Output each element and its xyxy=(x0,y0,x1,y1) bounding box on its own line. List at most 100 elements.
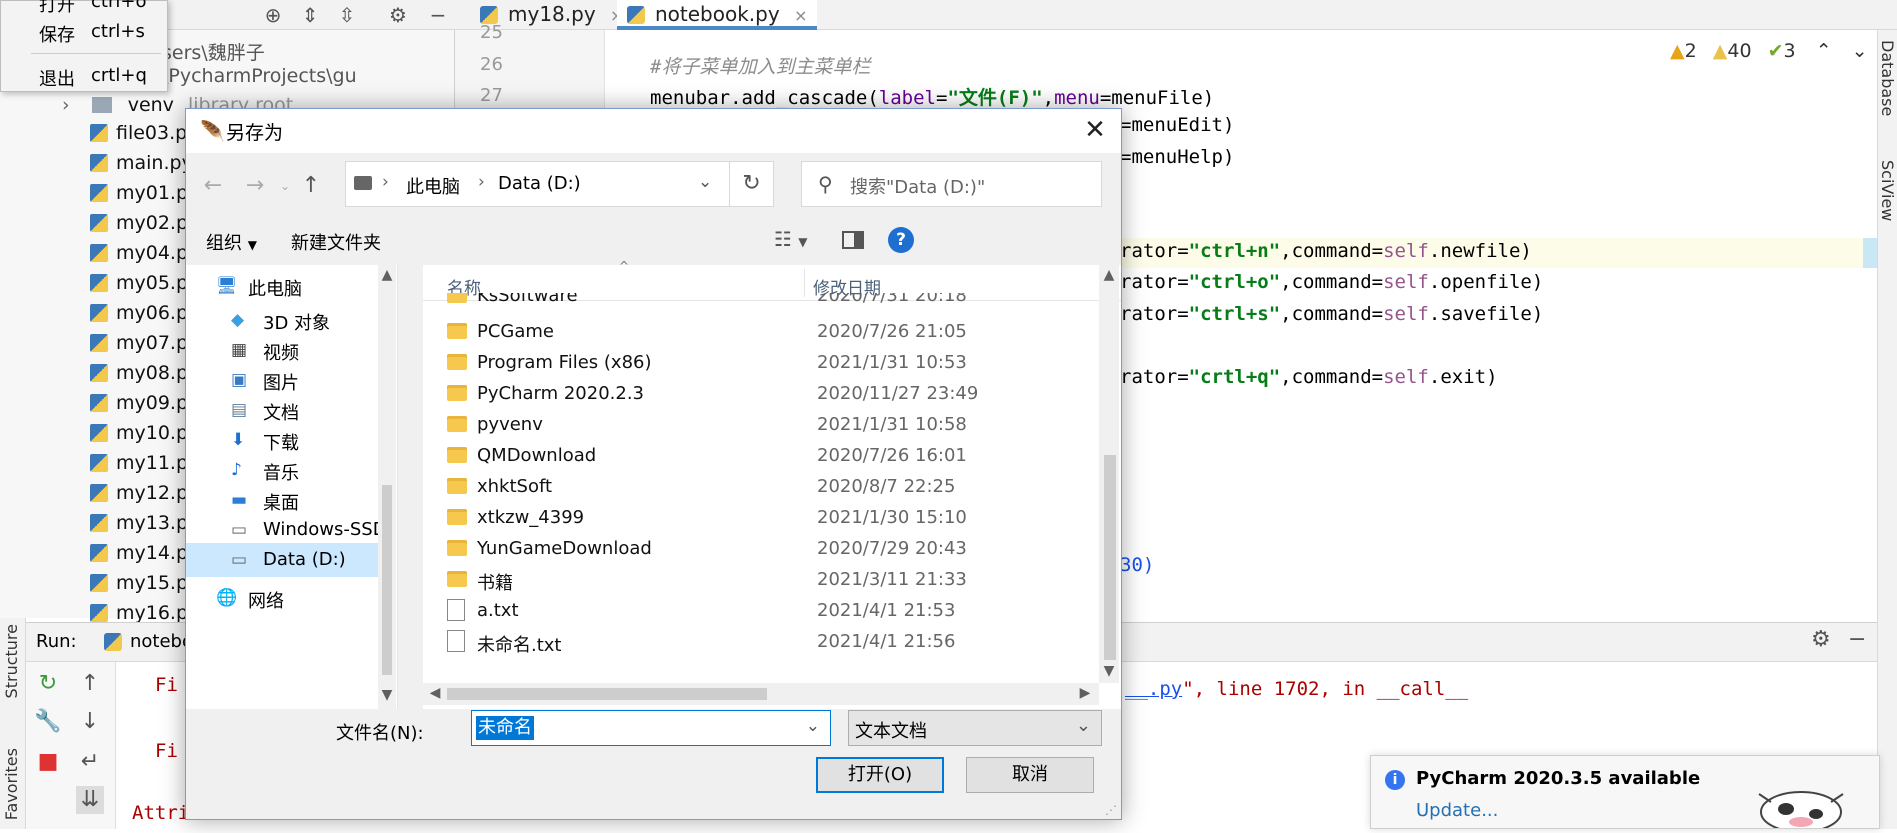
project-file-row[interactable]: my06.p xyxy=(90,302,188,330)
up-icon[interactable]: ↑ xyxy=(298,173,324,199)
file-row[interactable]: xtkzw_4399 2021/1/30 15:10 xyxy=(423,503,1093,534)
scroll-thumb[interactable] xyxy=(1104,455,1116,660)
favorites-tab[interactable]: Favorites xyxy=(2,748,21,820)
file-scrollbar-v[interactable]: ▲ ▼ xyxy=(1099,265,1119,683)
project-file-row[interactable]: my01.p xyxy=(90,182,188,210)
filename-input[interactable]: 未命名 ⌄ xyxy=(471,710,831,746)
scroll-left-icon[interactable]: ◀ xyxy=(425,685,445,701)
nav-item[interactable]: ◆ 3D 对象 xyxy=(186,303,396,337)
file-row[interactable]: PyCharm 2020.2.3 2020/11/27 23:49 xyxy=(423,379,1093,410)
close-icon[interactable]: ✕ xyxy=(1077,113,1113,149)
resize-grip-icon[interactable]: ⋰ xyxy=(1105,803,1117,817)
inspection-widget[interactable]: ▲2 ▲40 ✔3 ⌃ ⌄ xyxy=(1670,40,1868,62)
file-row[interactable]: xhktSoft 2020/8/7 22:25 xyxy=(423,472,1093,503)
nav-scrollbar[interactable]: ▲ ▼ xyxy=(378,265,396,709)
scroll-to-end-icon[interactable]: ⇊ xyxy=(76,786,104,814)
chevron-up-icon[interactable]: ⌃ xyxy=(1816,40,1832,62)
scroll-down-icon[interactable]: ▼ xyxy=(1099,663,1119,679)
nav-item[interactable]: ▭ Data (D:) xyxy=(186,543,396,577)
nav-item[interactable]: ♪ 音乐 xyxy=(186,453,396,487)
arrow-up-icon[interactable]: ↑ xyxy=(76,670,104,698)
cancel-button[interactable]: 取消 xyxy=(966,757,1094,793)
structure-tab[interactable]: Structure xyxy=(2,624,21,698)
nav-item[interactable]: ▬ 桌面 xyxy=(186,483,396,517)
rerun-icon[interactable]: ↻ xyxy=(34,670,62,698)
nav-item[interactable]: 🌐 网络 xyxy=(186,581,396,615)
filetype-select[interactable]: 文本文档 ⌄ xyxy=(848,710,1102,746)
update-notification[interactable]: i PyCharm 2020.3.5 available Update... xyxy=(1370,755,1880,833)
file-row[interactable]: Program Files (x86) 2021/1/31 10:53 xyxy=(423,348,1093,379)
nav-item[interactable]: ▤ 文档 xyxy=(186,393,396,427)
file-row[interactable]: PCGame 2020/7/26 21:05 xyxy=(423,317,1093,348)
arrow-down-icon[interactable]: ↓ xyxy=(76,708,104,736)
project-file-row[interactable]: my04.p xyxy=(90,242,188,270)
project-file-row[interactable]: my12.p xyxy=(90,482,188,510)
nav-item[interactable]: ⬇ 下载 xyxy=(186,423,396,457)
gear-icon[interactable]: ⚙ xyxy=(1811,627,1831,652)
expand-all-icon[interactable]: ⇕ xyxy=(297,2,323,28)
project-file-row[interactable]: my08.p xyxy=(90,362,188,390)
new-folder-button[interactable]: 新建文件夹 xyxy=(291,229,381,255)
dialog-titlebar[interactable]: 🪶 另存为 ✕ xyxy=(186,109,1121,153)
chevron-down-icon[interactable]: ⌄ xyxy=(698,172,712,192)
scroll-right-icon[interactable]: ▶ xyxy=(1075,685,1095,701)
tab-close-icon[interactable]: × xyxy=(794,6,807,25)
scroll-down-icon[interactable]: ▼ xyxy=(377,687,397,703)
project-file-row[interactable]: my02.p xyxy=(90,212,188,240)
project-file-row[interactable]: main.py xyxy=(90,152,193,180)
file-row[interactable]: a.txt 2021/4/1 21:53 xyxy=(423,596,1093,627)
update-link[interactable]: Update... xyxy=(1416,800,1498,821)
file-scrollbar-h[interactable]: ◀ ▶ xyxy=(423,683,1099,705)
file-row-partial[interactable]: KsSoftware 2020/7/31 20:18 xyxy=(423,293,1093,313)
wrench-icon[interactable]: 🔧 xyxy=(34,708,62,736)
project-file-row[interactable]: my07.p xyxy=(90,332,188,360)
chevron-right-icon[interactable]: › xyxy=(62,94,70,116)
chevron-down-icon[interactable]: ⌄ xyxy=(1852,40,1868,62)
hide-icon[interactable]: − xyxy=(425,2,451,28)
locate-icon[interactable]: ⊕ xyxy=(260,2,286,28)
file-row[interactable]: QMDownload 2020/7/26 16:01 xyxy=(423,441,1093,472)
hide-icon[interactable]: − xyxy=(1848,627,1866,652)
menu-item-exit[interactable]: 退出 crtl+q xyxy=(1,65,169,91)
menu-item-open[interactable]: 打开 ctrl+o xyxy=(1,0,169,17)
project-file-row[interactable]: my15.p xyxy=(90,572,188,600)
scroll-up-icon[interactable]: ▲ xyxy=(1099,267,1119,283)
scroll-up-icon[interactable]: ▲ xyxy=(377,267,397,283)
nav-item[interactable]: 🖥 此电脑 xyxy=(186,269,396,303)
breadcrumb-drive[interactable]: Data (D:) xyxy=(498,173,581,194)
project-file-row[interactable]: my13.p xyxy=(90,512,188,540)
breadcrumb-this-pc[interactable]: 此电脑 xyxy=(406,173,460,199)
sciview-tab[interactable]: SciView xyxy=(1878,160,1897,221)
database-tab[interactable]: Database xyxy=(1878,40,1897,116)
project-file-row[interactable]: my10.p xyxy=(90,422,188,450)
project-file-row[interactable]: my05.p xyxy=(90,272,188,300)
forward-icon[interactable]: → xyxy=(242,173,268,199)
chevron-down-icon[interactable]: ⌄ xyxy=(806,716,820,736)
tab-notebook[interactable]: notebook.py × xyxy=(617,0,818,30)
file-row[interactable]: 书籍 2021/3/11 21:33 xyxy=(423,565,1093,596)
run-tab[interactable]: notebo xyxy=(130,631,193,652)
back-icon[interactable]: ← xyxy=(200,173,226,199)
stop-icon[interactable]: ■ xyxy=(34,748,62,776)
recent-dropdown-icon[interactable]: ⌄ xyxy=(272,173,298,199)
collapse-all-icon[interactable]: ⇳ xyxy=(334,2,360,28)
scroll-thumb[interactable] xyxy=(447,688,767,700)
preview-pane-icon[interactable] xyxy=(842,231,864,249)
project-file-row[interactable]: file03.py xyxy=(90,122,198,150)
refresh-icon[interactable]: ↻ xyxy=(730,161,774,207)
file-row[interactable]: 未命名.txt 2021/4/1 21:56 xyxy=(423,627,1093,658)
open-button[interactable]: 打开(O) xyxy=(816,757,944,793)
nav-item[interactable]: ▦ 视频 xyxy=(186,333,396,367)
view-list-icon[interactable]: ☷ ▼ xyxy=(774,227,808,251)
search-box[interactable]: ⚲ 搜索"Data (D:)" xyxy=(801,161,1102,207)
nav-item[interactable]: ▣ 图片 xyxy=(186,363,396,397)
project-file-row[interactable]: my11.p xyxy=(90,452,188,480)
soft-wrap-icon[interactable]: ↵ xyxy=(76,748,104,776)
organize-button[interactable]: 组织 ▼ xyxy=(206,229,257,255)
project-file-row[interactable]: my14.p xyxy=(90,542,188,570)
project-file-row[interactable]: my09.p xyxy=(90,392,188,420)
help-icon[interactable]: ? xyxy=(888,227,914,253)
nav-item[interactable]: ▭ Windows-SSD xyxy=(186,513,396,547)
address-bar[interactable]: › 此电脑 › Data (D:) ⌄ xyxy=(345,161,730,207)
file-row[interactable]: pyvenv 2021/1/31 10:58 xyxy=(423,410,1093,441)
